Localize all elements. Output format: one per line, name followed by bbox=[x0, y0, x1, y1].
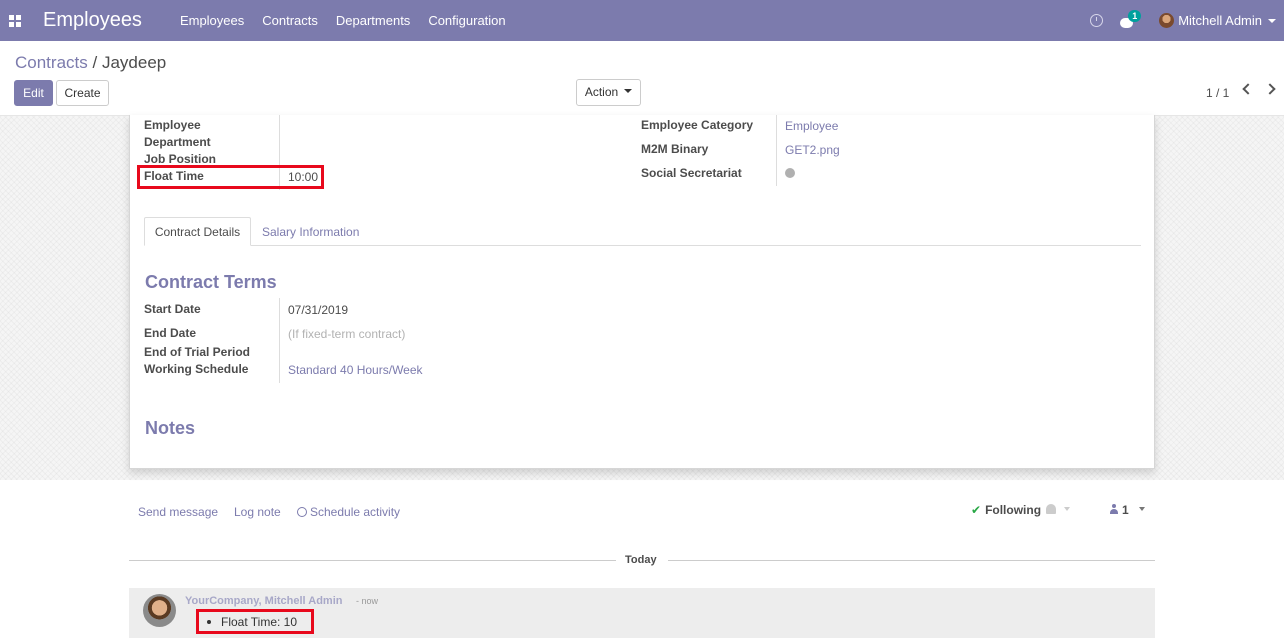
chat-counter-badge: 1 bbox=[1128, 9, 1142, 22]
caret-down-icon bbox=[624, 88, 633, 93]
send-message-button[interactable]: Send message bbox=[138, 505, 218, 519]
today-divider-left bbox=[129, 560, 616, 561]
bell-icon[interactable] bbox=[1046, 504, 1056, 514]
section-title-contract-terms: Contract Terms bbox=[145, 272, 277, 292]
breadcrumb-current: Jaydeep bbox=[101, 53, 167, 72]
tab-contract-details[interactable]: Contract Details bbox=[144, 217, 251, 246]
field-label-employee-category: Employee Category bbox=[641, 118, 754, 132]
clock-icon bbox=[297, 507, 307, 517]
field-label-end-of-trial: End of Trial Period bbox=[144, 345, 251, 359]
log-note-button[interactable]: Log note bbox=[234, 505, 281, 519]
followers-count[interactable]: 1 bbox=[1122, 503, 1129, 517]
pager-previous-icon[interactable] bbox=[1242, 83, 1254, 95]
section-title-notes: Notes bbox=[145, 418, 196, 438]
highlight-float-time bbox=[137, 165, 324, 189]
apps-menu-icon[interactable] bbox=[9, 14, 21, 27]
breadcrumb-contracts[interactable]: Contracts bbox=[15, 53, 88, 72]
following-button[interactable]: ✔ Following bbox=[971, 503, 1041, 517]
navbar-systray: 1 Mitchell Admin bbox=[1090, 0, 1284, 41]
action-dropdown-button[interactable]: Action bbox=[576, 79, 641, 106]
menu-item-configuration[interactable]: Configuration bbox=[428, 13, 505, 28]
messaging-menu[interactable]: 1 bbox=[1120, 9, 1142, 28]
menu-item-contracts[interactable]: Contracts bbox=[262, 13, 318, 28]
field-label-employee: Employee bbox=[144, 118, 201, 132]
tab-strip bbox=[144, 245, 1141, 246]
field-value-employee-category[interactable]: Employee bbox=[785, 119, 838, 133]
field-label-social-secretariat: Social Secretariat bbox=[641, 166, 742, 180]
field-label-end-date: End Date bbox=[144, 326, 197, 340]
activity-clock-icon[interactable] bbox=[1090, 14, 1104, 27]
check-icon: ✔ bbox=[971, 503, 982, 517]
create-button[interactable]: Create bbox=[56, 80, 109, 106]
schedule-activity-button[interactable]: Schedule activity bbox=[297, 505, 400, 519]
today-divider-right bbox=[668, 560, 1155, 561]
schedule-activity-label: Schedule activity bbox=[310, 505, 401, 519]
breadcrumb-separator: / bbox=[92, 53, 98, 72]
top-navbar: Employees Employees Contracts Department… bbox=[0, 0, 1284, 41]
main-menu: Employees Contracts Departments Configur… bbox=[180, 13, 524, 28]
field-label-m2m-binary: M2M Binary bbox=[641, 142, 709, 156]
today-label: Today bbox=[625, 554, 657, 566]
menu-item-departments[interactable]: Departments bbox=[336, 13, 410, 28]
field-label-working-schedule: Working Schedule bbox=[144, 362, 249, 376]
action-label: Action bbox=[584, 85, 619, 99]
field-value-working-schedule[interactable]: Standard 40 Hours/Week bbox=[288, 363, 423, 377]
message-time: - now bbox=[356, 596, 379, 606]
highlight-tracking-value bbox=[196, 609, 314, 634]
followers-user-icon[interactable] bbox=[1110, 504, 1118, 514]
menu-item-employees[interactable]: Employees bbox=[180, 13, 244, 28]
edit-button[interactable]: Edit bbox=[14, 80, 53, 106]
tab-salary-information[interactable]: Salary Information bbox=[262, 225, 359, 239]
field-value-end-date-placeholder[interactable]: (If fixed-term contract) bbox=[288, 327, 405, 341]
field-value-start-date[interactable]: 07/31/2019 bbox=[288, 303, 348, 317]
user-avatar[interactable] bbox=[1159, 13, 1175, 28]
user-menu-name[interactable]: Mitchell Admin bbox=[1178, 13, 1262, 28]
app-title[interactable]: Employees bbox=[43, 9, 142, 32]
followers-caret-icon[interactable] bbox=[1139, 507, 1145, 511]
following-caret-icon[interactable] bbox=[1064, 507, 1070, 511]
field-label-start-date: Start Date bbox=[144, 302, 201, 316]
message-author[interactable]: YourCompany, Mitchell Admin bbox=[185, 595, 342, 607]
breadcrumb: Contracts / Jaydeep bbox=[15, 53, 166, 73]
field-label-job-position: Job Position bbox=[144, 152, 216, 166]
following-label: Following bbox=[985, 503, 1042, 517]
user-menu-caret-icon[interactable] bbox=[1268, 18, 1276, 23]
message-author-avatar[interactable] bbox=[143, 594, 176, 627]
pager-value[interactable]: 1 / 1 bbox=[1206, 86, 1229, 100]
field-divider-right bbox=[776, 115, 777, 186]
pager-next-icon[interactable] bbox=[1264, 83, 1276, 95]
social-secretariat-status-dot-icon[interactable] bbox=[785, 168, 795, 178]
field-value-m2m-binary[interactable]: GET2.png bbox=[785, 143, 840, 157]
field-label-department: Department bbox=[144, 135, 211, 149]
terms-divider bbox=[279, 298, 280, 383]
